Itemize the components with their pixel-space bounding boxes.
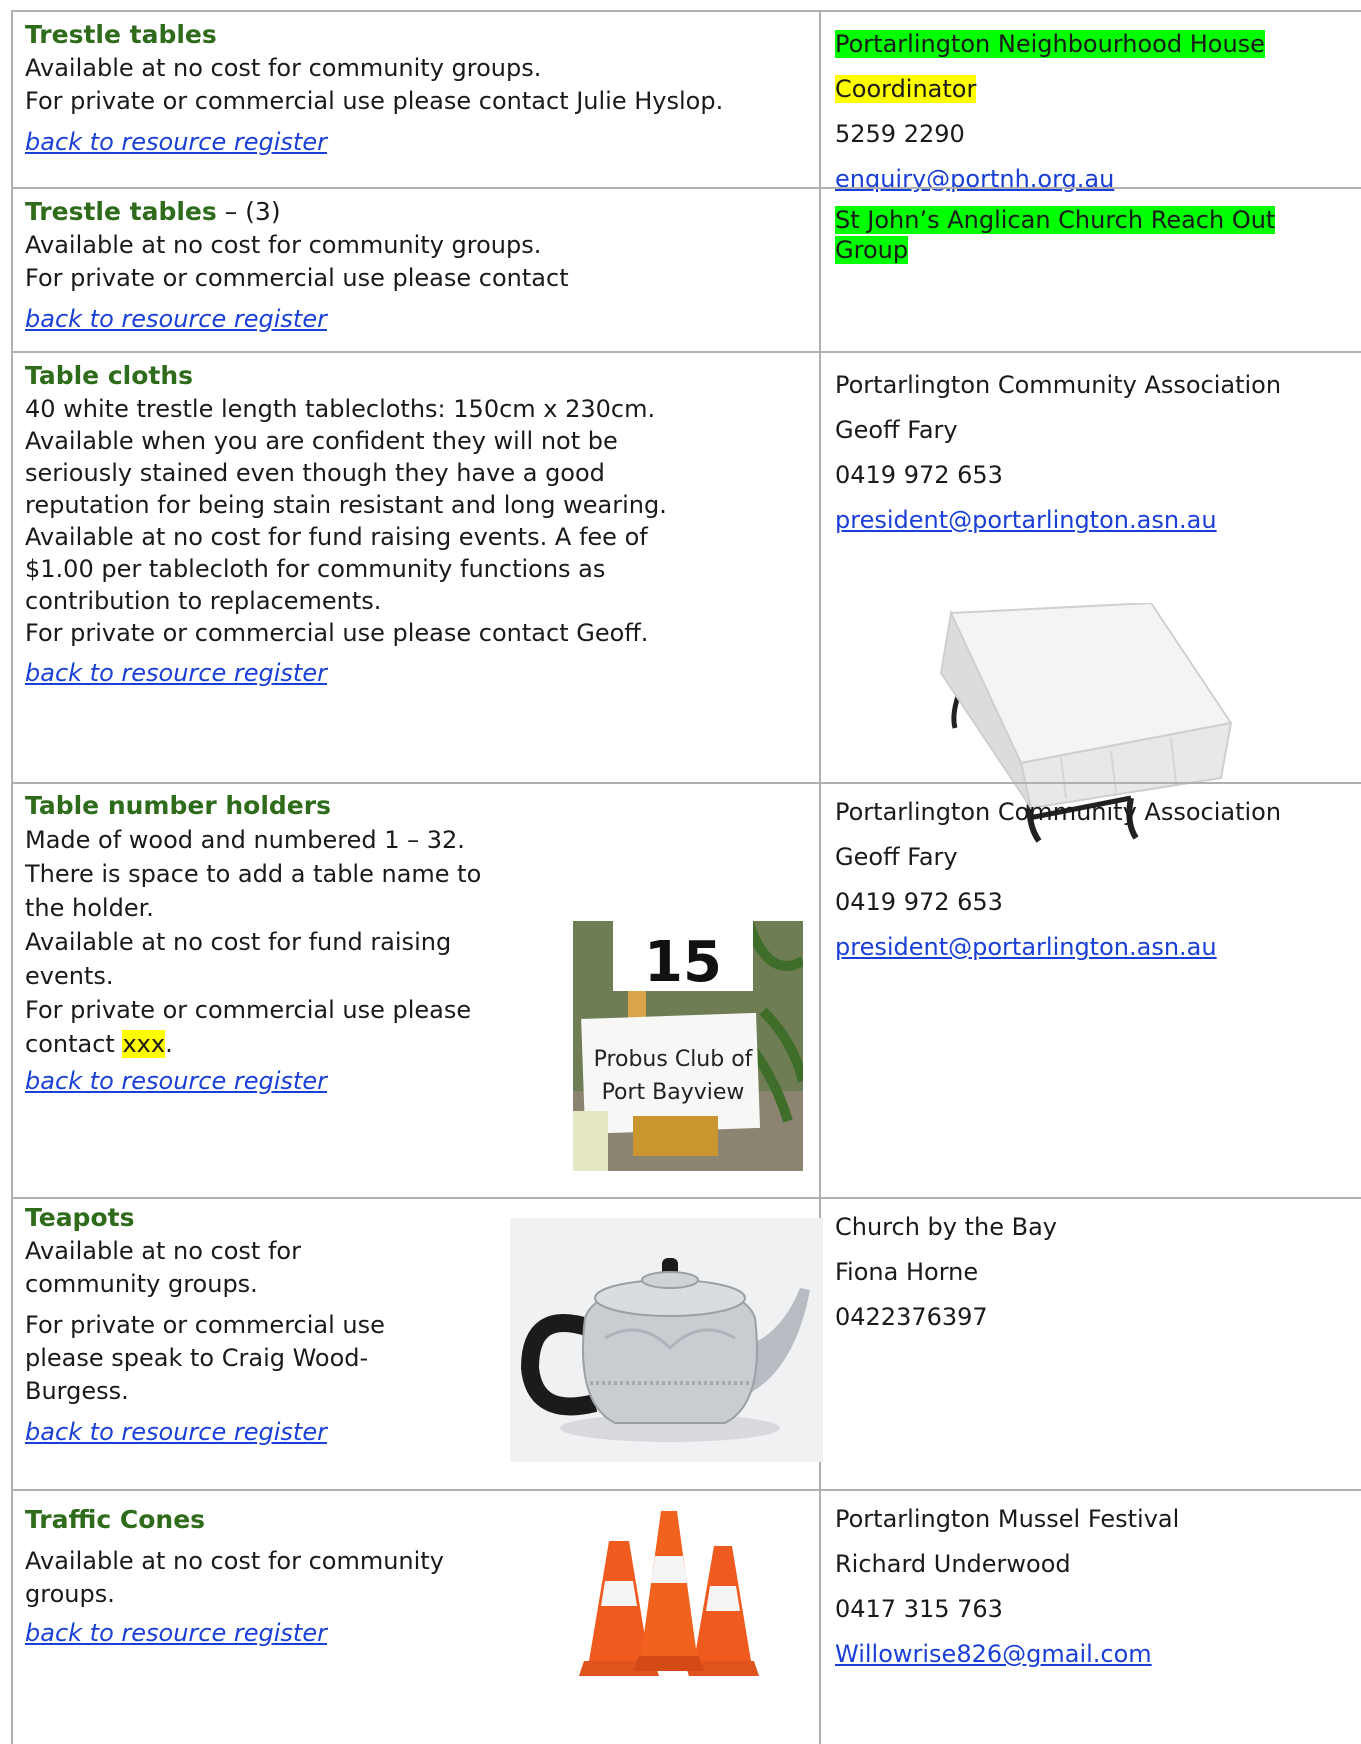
contact-name: Richard Underwood — [835, 1550, 1071, 1578]
contact-phone: 0417 315 763 — [835, 1595, 1003, 1623]
item-desc: Available at no cost for community group… — [25, 231, 542, 259]
contact-email-link[interactable]: president@portarlington.asn.au — [835, 504, 1361, 537]
item-desc: For private or commercial use please con… — [25, 264, 569, 292]
table-row-teapots: Teapots Available at no cost for communi… — [11, 1197, 1361, 1489]
back-to-register-link[interactable]: back to resource register — [25, 303, 819, 336]
contact-phone: 0419 972 653 — [835, 461, 1003, 489]
item-desc: the holder. — [25, 894, 154, 922]
contact-cell: Portarlington Neighbourhood House Coordi… — [821, 12, 1361, 193]
contact-org: Portarlington Mussel Festival — [835, 1505, 1180, 1533]
item-cell: Trestle tables – (3) Available at no cos… — [11, 189, 821, 351]
teapot-photo — [510, 1218, 823, 1462]
contact-cell: St John’s Anglican Church Reach Out Grou… — [821, 189, 1361, 351]
item-desc: contribution to replacements. — [25, 587, 382, 615]
traffic-cones-photo — [579, 1511, 759, 1676]
item-desc: Made of wood and numbered 1 – 32. — [25, 826, 465, 854]
placeholder-highlight: xxx — [122, 1030, 166, 1058]
table-row-trestle-tables: Trestle tables Available at no cost for … — [11, 10, 1361, 193]
item-desc: Available at no cost for fund raising ev… — [25, 523, 648, 551]
item-cell: Trestle tables Available at no cost for … — [11, 12, 821, 187]
item-desc: 40 white trestle length tablecloths: 150… — [25, 395, 656, 423]
item-cell: Table cloths 40 white trestle length tab… — [11, 353, 821, 782]
item-cell: Teapots Available at no cost for communi… — [11, 1199, 823, 1489]
contact-phone: 5259 2290 — [835, 120, 965, 148]
svg-text:Port Bayview: Port Bayview — [602, 1080, 745, 1105]
item-desc: For private or commercial use please con… — [25, 87, 724, 115]
item-title: Trestle tables — [25, 20, 217, 49]
item-desc: For private or commercial use please con… — [25, 619, 649, 647]
item-cell: Traffic Cones Available at no cost for c… — [11, 1491, 821, 1744]
contact-org: Church by the Bay — [835, 1213, 1058, 1241]
item-desc: reputation for being stain resistant and… — [25, 491, 667, 519]
contact-cell: Portarlington Mussel Festival Richard Un… — [821, 1491, 1361, 1744]
back-to-register-link[interactable]: back to resource register — [25, 126, 819, 159]
item-title: Table cloths — [25, 361, 194, 390]
contact-org: Portarlington Community Association — [835, 371, 1282, 399]
table-row-table-cloths: Table cloths 40 white trestle length tab… — [11, 351, 1361, 843]
contact-org: Group — [835, 236, 909, 264]
table-number-holder-photo: 15 Probus Club of Port Bayview — [573, 921, 803, 1171]
item-title: Table number holders — [25, 791, 331, 820]
contact-name: Fiona Horne — [835, 1258, 979, 1286]
item-title: Trestle tables – (3) — [25, 197, 281, 226]
svg-text:Probus Club of: Probus Club of — [594, 1047, 754, 1072]
contact-email-link[interactable]: president@portarlington.asn.au — [835, 931, 1361, 964]
contact-role: Coordinator — [835, 75, 977, 103]
contact-org: Portarlington Neighbourhood House — [835, 30, 1265, 58]
table-row-table-number-holders: Table number holders Made of wood and nu… — [11, 782, 1361, 1197]
contact-org: St John’s Anglican Church Reach Out — [835, 206, 1276, 234]
contact-name: Geoff Fary — [835, 843, 958, 871]
contact-name: Geoff Fary — [835, 416, 958, 444]
item-desc: $1.00 per tablecloth for community funct… — [25, 555, 606, 583]
contact-phone: 0422376397 — [835, 1303, 988, 1331]
item-desc: seriously stained even though they have … — [25, 459, 605, 487]
table-row-traffic-cones: Traffic Cones Available at no cost for c… — [11, 1489, 1361, 1744]
svg-text:15: 15 — [644, 930, 722, 995]
contact-org: Portarlington Community Association — [835, 798, 1282, 826]
item-desc: Available when you are confident they wi… — [25, 427, 618, 455]
back-to-register-link[interactable]: back to resource register — [25, 657, 819, 690]
item-desc: Available at no cost for community group… — [25, 54, 542, 82]
table-row-trestle-tables-3: Trestle tables – (3) Available at no cos… — [11, 187, 1361, 351]
contact-email-link[interactable]: Willowrise826@gmail.com — [835, 1638, 1361, 1671]
contact-cell: Church by the Bay Fiona Horne 0422376397 — [821, 1199, 1361, 1489]
item-desc: There is space to add a table name to — [25, 860, 482, 888]
item-cell: Table number holders Made of wood and nu… — [11, 784, 821, 1197]
resource-table: Trestle tables Available at no cost for … — [0, 0, 1361, 1744]
contact-phone: 0419 972 653 — [835, 888, 1003, 916]
contact-cell: Portarlington Community Association Geof… — [821, 784, 1361, 1197]
